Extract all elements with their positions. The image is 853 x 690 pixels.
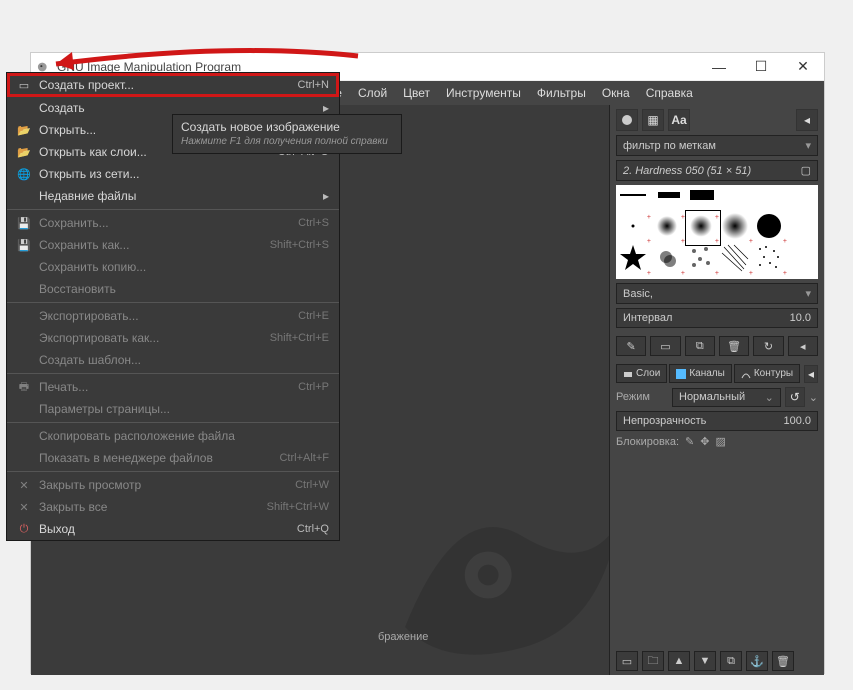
tag-filter[interactable]: фильтр по меткам ▾	[616, 135, 818, 156]
brush-spacing[interactable]: Интервал 10.0	[616, 308, 818, 328]
menu-item-quit[interactable]: ⏻ВыходCtrl+Q	[7, 518, 339, 540]
menu-item-export[interactable]: Экспортировать...Ctrl+E	[7, 305, 339, 327]
menu-item-recent[interactable]: Недавние файлы▸	[7, 185, 339, 207]
layer-up-icon[interactable]: ▲	[668, 651, 690, 671]
brush-info-strip: 2. Hardness 050 (51 × 51)▢	[616, 160, 818, 181]
lock-position-icon[interactable]: ✥	[700, 435, 709, 448]
close-window-button[interactable]: ✕	[782, 53, 824, 81]
submenu-arrow-icon: ▸	[323, 189, 329, 203]
brush-refresh-icon[interactable]: ↻	[753, 336, 783, 356]
print-icon: 🖶	[15, 378, 33, 397]
mode-switch-icon[interactable]: ↺	[785, 387, 805, 407]
globe-icon: 🌐	[15, 168, 33, 181]
interval-value: 10.0	[790, 312, 811, 324]
tab-channels[interactable]: Каналы	[669, 364, 732, 383]
menu-tools[interactable]: Инструменты	[438, 82, 529, 104]
layer-group-icon[interactable]: 🗀	[642, 651, 664, 671]
layer-del-icon[interactable]: 🗑	[772, 651, 794, 671]
open-layers-icon: 📂	[15, 146, 33, 159]
menu-item-copy-location[interactable]: Скопировать расположение файла	[7, 425, 339, 447]
mode-label: Режим	[616, 391, 668, 403]
submenu-arrow-icon: ▸	[323, 101, 329, 115]
menu-help[interactable]: Справка	[638, 82, 701, 104]
tag-filter-label: фильтр по меткам	[623, 140, 716, 152]
layer-anchor-icon[interactable]: ⚓	[746, 651, 768, 671]
chevron-down-icon: ▾	[805, 139, 811, 152]
brush-preset-select[interactable]: Basic,▾	[616, 283, 818, 304]
menu-item-save-as[interactable]: 💾Сохранить как...Shift+Ctrl+S	[7, 234, 339, 256]
brush-del-icon[interactable]: 🗑	[719, 336, 749, 356]
chevron-down-icon: ▾	[805, 287, 811, 300]
menu-item-save[interactable]: 💾Сохранить...Ctrl+S	[7, 212, 339, 234]
opacity-label: Непрозрачность	[623, 415, 783, 427]
menu-item-export-as[interactable]: Экспортировать как...Shift+Ctrl+E	[7, 327, 339, 349]
dock-menu-icon[interactable]: ◂	[804, 365, 818, 383]
new-icon: ▭	[15, 79, 33, 92]
tooltip: Создать новое изображение Нажмите F1 для…	[172, 114, 402, 154]
save-as-icon: 💾	[15, 239, 33, 252]
menu-item-save-copy[interactable]: Сохранить копию...	[7, 256, 339, 278]
obscured-text: бражение	[378, 631, 428, 643]
menu-item-show-in-fm[interactable]: Показать в менеджере файловCtrl+Alt+F	[7, 447, 339, 469]
menu-filters[interactable]: Фильтры	[529, 82, 594, 104]
brush-new-icon[interactable]: ▭	[650, 336, 680, 356]
save-icon: 💾	[15, 217, 33, 230]
tooltip-hint: Нажмите F1 для получения полной справки	[181, 136, 393, 147]
lock-pixels-icon[interactable]: ✎	[685, 435, 694, 448]
menu-item-create-template[interactable]: Создать шаблон...	[7, 349, 339, 371]
patterns-tab-icon[interactable]: ▦	[642, 109, 664, 131]
menu-colors[interactable]: Цвет	[395, 82, 438, 104]
brush-dup-icon[interactable]: ⧉	[685, 336, 715, 356]
menu-windows[interactable]: Окна	[594, 82, 638, 104]
menu-item-close-all[interactable]: ✕Закрыть всеShift+Ctrl+W	[7, 496, 339, 518]
layer-dup-icon[interactable]: ⧉	[720, 651, 742, 671]
brush-grid[interactable]: + + + + + + + + + + + + +	[616, 185, 818, 279]
close-all-icon: ✕	[15, 501, 33, 514]
lock-alpha-icon[interactable]: ▨	[715, 435, 725, 448]
dock-menu-icon[interactable]: ◂	[796, 109, 818, 131]
fonts-tab-icon[interactable]: Aa	[668, 109, 690, 131]
brush-menu-icon[interactable]: ◂	[788, 336, 818, 356]
menu-item-open-location[interactable]: 🌐Открыть из сети...	[7, 163, 339, 185]
tooltip-title: Создать новое изображение	[181, 120, 393, 134]
brushes-tab-icon[interactable]	[616, 109, 638, 131]
menu-item-revert[interactable]: Восстановить	[7, 278, 339, 300]
open-icon: 📂	[15, 124, 33, 137]
tab-paths[interactable]: Контуры	[734, 364, 800, 383]
opacity-value: 100.0	[783, 415, 811, 427]
layer-down-icon[interactable]: ▼	[694, 651, 716, 671]
close-icon: ✕	[15, 479, 33, 492]
menu-item-print[interactable]: 🖶Печать...Ctrl+P	[7, 376, 339, 398]
tab-layers[interactable]: Слои	[616, 364, 667, 383]
menu-item-page-setup[interactable]: Параметры страницы...	[7, 398, 339, 420]
menu-item-close-view[interactable]: ✕Закрыть просмотрCtrl+W	[7, 474, 339, 496]
menu-layer[interactable]: Слой	[350, 82, 395, 104]
maximize-button[interactable]: ☐	[740, 53, 782, 81]
minimize-button[interactable]: —	[698, 53, 740, 81]
opacity-slider[interactable]: Непрозрачность 100.0	[616, 411, 818, 431]
quit-icon: ⏻	[15, 523, 33, 536]
interval-label: Интервал	[623, 312, 790, 324]
right-dock: ▦ Aa ◂ фильтр по меткам ▾ 2. Hardness 05…	[609, 105, 824, 675]
layer-new-icon[interactable]: ▭	[616, 651, 638, 671]
lock-row: Блокировка: ✎ ✥ ▨	[616, 435, 818, 448]
menu-item-new[interactable]: ▭ Создать проект... Ctrl+N	[7, 73, 339, 97]
mode-select[interactable]: Нормальный⌄	[672, 388, 781, 407]
brush-edit-icon[interactable]: ✎	[616, 336, 646, 356]
